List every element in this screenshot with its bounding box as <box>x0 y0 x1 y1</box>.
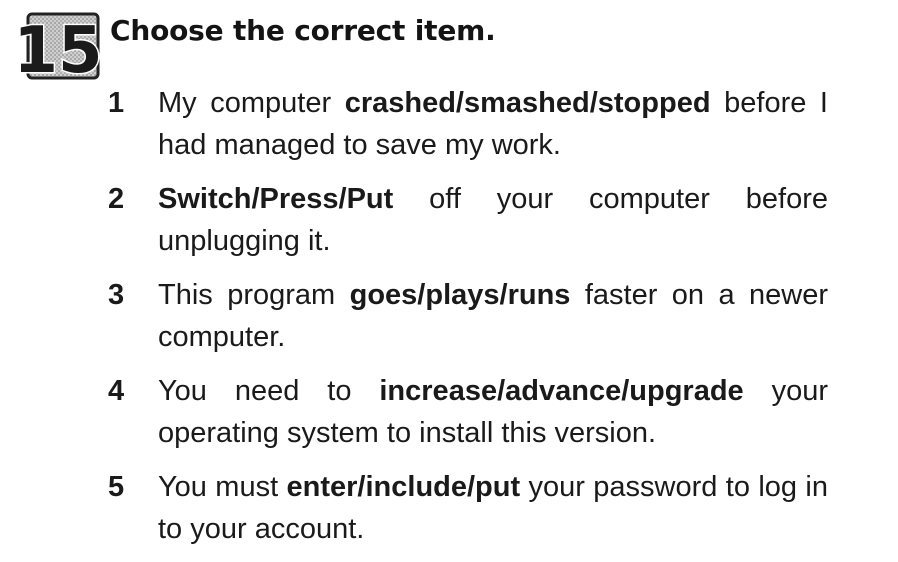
exercise-instruction: Choose the correct item. <box>110 14 496 47</box>
item-options: goes/plays/runs <box>349 279 571 311</box>
item-options: crashed/smashed/stopped <box>344 87 711 119</box>
exercise-item: 4 You need to increase/advance/upgrade y… <box>108 370 828 454</box>
exercise-item-list: 1 My computer crashed/smashed/stopped be… <box>108 82 828 562</box>
exercise-item: 1 My computer crashed/smashed/stopped be… <box>108 82 828 166</box>
item-text-before: My computer <box>158 87 345 119</box>
item-sentence: Switch/Press/Put off your computer befor… <box>158 178 828 262</box>
exercise-number-graphic: 15 <box>12 12 102 84</box>
item-sentence: My computer crashed/smashed/stopped befo… <box>158 82 828 166</box>
item-options: enter/include/put <box>286 471 521 503</box>
exercise-number-text: 15 <box>13 14 102 84</box>
item-number: 1 <box>108 87 125 119</box>
item-text-before: You need to <box>158 375 380 407</box>
item-text-before: This program <box>158 279 350 311</box>
item-options: Switch/Press/Put <box>158 183 394 215</box>
item-text-before: You must <box>158 471 287 503</box>
item-number: 5 <box>108 471 125 503</box>
item-options: increase/advance/upgrade <box>379 375 744 407</box>
item-sentence: This program goes/plays/runs faster on a… <box>158 274 828 358</box>
item-number: 2 <box>108 183 125 215</box>
item-number: 3 <box>108 279 125 311</box>
exercise-item: 5 You must enter/include/put your passwo… <box>108 466 828 550</box>
item-number: 4 <box>108 375 125 407</box>
item-sentence: You must enter/include/put your password… <box>158 466 828 550</box>
exercise-item: 2 Switch/Press/Put off your computer bef… <box>108 178 828 262</box>
exercise-number-badge: 15 <box>6 6 102 84</box>
item-sentence: You need to increase/advance/upgrade you… <box>158 370 828 454</box>
exercise-item: 3 This program goes/plays/runs faster on… <box>108 274 828 358</box>
